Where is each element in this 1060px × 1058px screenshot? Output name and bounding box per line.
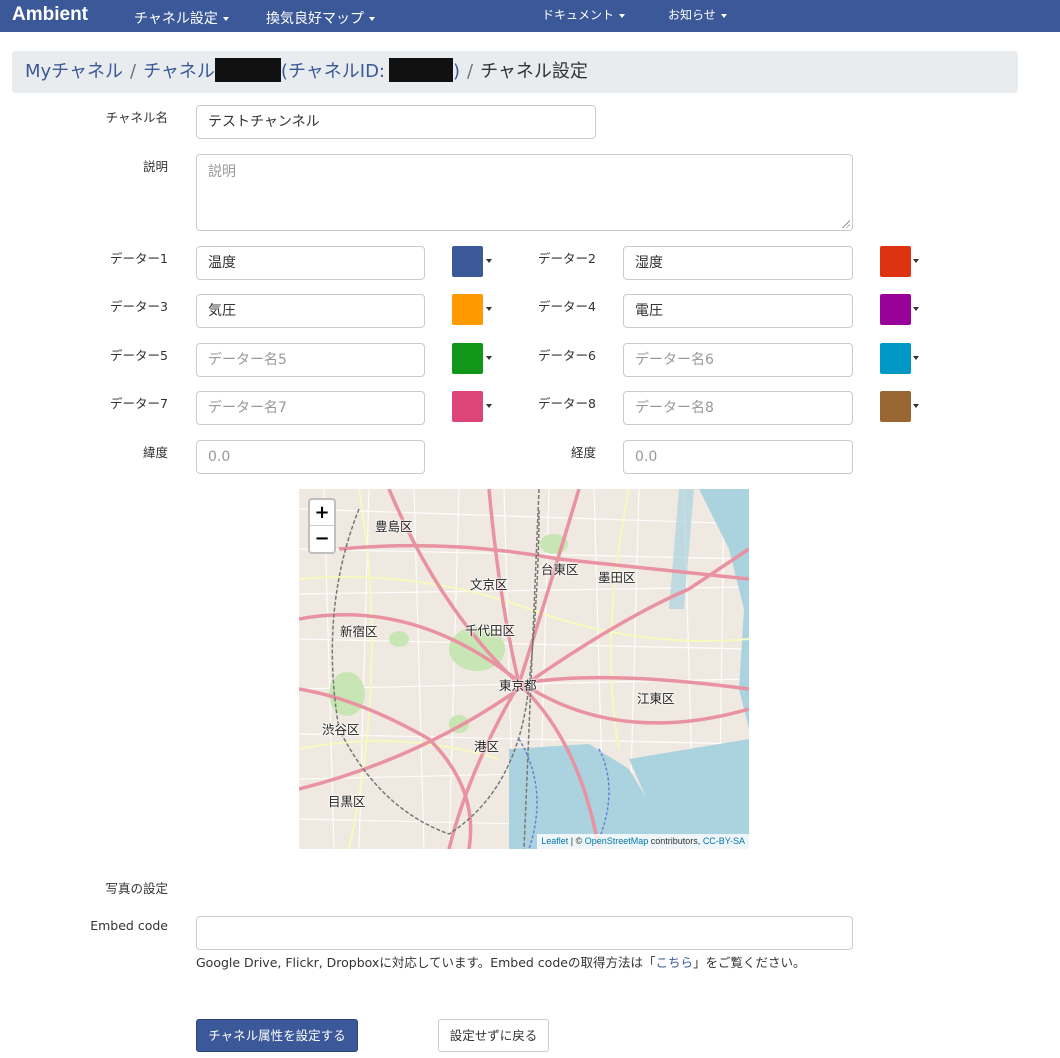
chevron-down-icon: [369, 17, 375, 21]
brand-logo[interactable]: Ambient: [12, 4, 88, 26]
breadcrumb-channel[interactable]: チャネル (チャネルID:): [143, 58, 461, 82]
data6-color-swatch[interactable]: [880, 343, 911, 374]
channel-name-label: チャネル名: [105, 110, 168, 125]
map-attribution: Leaflet | © OpenStreetMap contributors, …: [537, 834, 749, 849]
description-label: 説明: [142, 159, 168, 174]
chevron-down-icon: [720, 13, 727, 18]
map-label-minato: 港区: [474, 739, 500, 754]
breadcrumb-current: チャネル設定: [480, 61, 588, 82]
data3-label: データー3: [110, 299, 168, 314]
data6-label: データー6: [538, 348, 596, 363]
redacted-channel-id: [389, 58, 453, 82]
breadcrumb-channel-id-label: (チャネルID:: [280, 61, 385, 82]
license-link[interactable]: CC-BY-SA: [703, 836, 745, 846]
data8-label: データー8: [538, 396, 596, 411]
attribution-sep: | ©: [568, 836, 585, 846]
data2-color-swatch[interactable]: [880, 246, 911, 277]
nav-channel-settings[interactable]: チャネル設定: [134, 8, 229, 28]
embed-code-label: Embed code: [90, 918, 168, 933]
help-text-before: Google Drive, Flickr, Dropboxに対応しています。Em…: [196, 955, 656, 970]
data7-input[interactable]: データー名7: [196, 391, 425, 425]
map-label-meguro: 目黒区: [328, 794, 366, 809]
data5-input[interactable]: データー名5: [196, 343, 425, 377]
redacted-channel-name: [214, 58, 281, 82]
description-placeholder: 説明: [208, 164, 236, 180]
nav-ventilation-map-label: 換気良好マップ: [266, 11, 364, 27]
resize-handle-icon[interactable]: [842, 220, 850, 228]
map-label-chiyoda: 千代田区: [465, 623, 516, 638]
data1-color-caret-icon[interactable]: [486, 259, 492, 263]
save-channel-button[interactable]: チャネル属性を設定する: [196, 1019, 358, 1052]
embed-code-input[interactable]: [196, 916, 853, 950]
data5-label: データー5: [110, 348, 168, 363]
breadcrumb-channel-id-close: ): [453, 61, 461, 82]
data4-color-swatch[interactable]: [880, 294, 911, 325]
map-label-taito: 台東区: [541, 562, 579, 577]
data4-color-caret-icon[interactable]: [913, 307, 919, 311]
breadcrumb-separator: /: [467, 61, 474, 82]
data6-input[interactable]: データー名6: [623, 343, 853, 377]
channel-name-input[interactable]: テストチャンネル: [196, 105, 596, 139]
map-label-bunkyo: 文京区: [470, 577, 508, 592]
help-text-after: 」をご覧ください。: [692, 955, 806, 970]
osm-link[interactable]: OpenStreetMap: [585, 836, 649, 846]
breadcrumb-my-channels[interactable]: Myチャネル: [25, 61, 123, 82]
map-label-tokyo: 東京都: [499, 678, 537, 693]
help-link[interactable]: こちら: [655, 955, 693, 970]
map-label-koto: 江東区: [637, 691, 675, 706]
nav-documents[interactable]: ドキュメント: [542, 6, 626, 23]
map-label-shinjuku: 新宿区: [340, 624, 378, 639]
longitude-label: 経度: [570, 445, 596, 460]
data3-color-caret-icon[interactable]: [486, 307, 492, 311]
breadcrumb: Myチャネル / チャネル (チャネルID:) / チャネル設定: [12, 51, 1018, 93]
nav-ventilation-map[interactable]: 換気良好マップ: [266, 8, 375, 28]
data3-input[interactable]: 気圧: [196, 294, 425, 328]
embed-help-text: Google Drive, Flickr, Dropboxに対応しています。Em…: [196, 952, 806, 971]
latitude-label: 緯度: [142, 445, 168, 460]
nav-channel-settings-label: チャネル設定: [134, 11, 218, 27]
longitude-input[interactable]: 0.0: [623, 440, 853, 474]
leaflet-link[interactable]: Leaflet: [541, 836, 568, 846]
data2-label: データー2: [538, 251, 596, 266]
zoom-in-button[interactable]: +: [310, 500, 334, 526]
data4-label: データー4: [538, 299, 596, 314]
data5-color-swatch[interactable]: [452, 343, 483, 374]
data6-color-caret-icon[interactable]: [913, 356, 919, 360]
map-label-sumida: 墨田区: [598, 570, 636, 585]
data3-color-swatch[interactable]: [452, 294, 483, 325]
location-map[interactable]: 豊島区 文京区 台東区 墨田区 新宿区 千代田区 東京都 江東区 渋谷区 港区 …: [299, 489, 749, 849]
data1-label: データー1: [110, 251, 168, 266]
breadcrumb-separator: /: [130, 61, 137, 82]
data2-input[interactable]: 湿度: [623, 246, 853, 280]
cancel-button[interactable]: 設定せずに戻る: [438, 1019, 549, 1052]
data8-color-swatch[interactable]: [880, 391, 911, 422]
data1-color-swatch[interactable]: [452, 246, 483, 277]
data4-input[interactable]: 電圧: [623, 294, 853, 328]
data8-input[interactable]: データー名8: [623, 391, 853, 425]
breadcrumb-channel-prefix: チャネル: [143, 61, 215, 82]
map-tiles: [299, 489, 749, 849]
data1-input[interactable]: 温度: [196, 246, 425, 280]
data7-color-swatch[interactable]: [452, 391, 483, 422]
map-label-toshima: 豊島区: [375, 519, 413, 534]
data7-label: データー7: [110, 396, 168, 411]
nav-documents-label: ドキュメント: [542, 8, 615, 22]
photo-settings-label: 写真の設定: [105, 881, 168, 896]
description-textarea[interactable]: 説明: [196, 154, 853, 231]
chevron-down-icon: [222, 17, 229, 21]
latitude-input[interactable]: 0.0: [196, 440, 425, 474]
nav-news[interactable]: お知らせ: [668, 6, 727, 23]
attribution-contributors: contributors,: [648, 836, 703, 846]
data8-color-caret-icon[interactable]: [913, 404, 919, 408]
chevron-down-icon: [619, 13, 626, 18]
data5-color-caret-icon[interactable]: [486, 356, 492, 360]
nav-news-label: お知らせ: [668, 8, 716, 22]
data7-color-caret-icon[interactable]: [486, 404, 492, 408]
data2-color-caret-icon[interactable]: [913, 259, 919, 263]
map-label-shibuya: 渋谷区: [322, 722, 360, 737]
map-zoom-control: + −: [308, 498, 336, 554]
navbar: Ambient チャネル設定 換気良好マップ ドキュメント お知らせ: [0, 0, 1060, 32]
zoom-out-button[interactable]: −: [310, 526, 334, 552]
